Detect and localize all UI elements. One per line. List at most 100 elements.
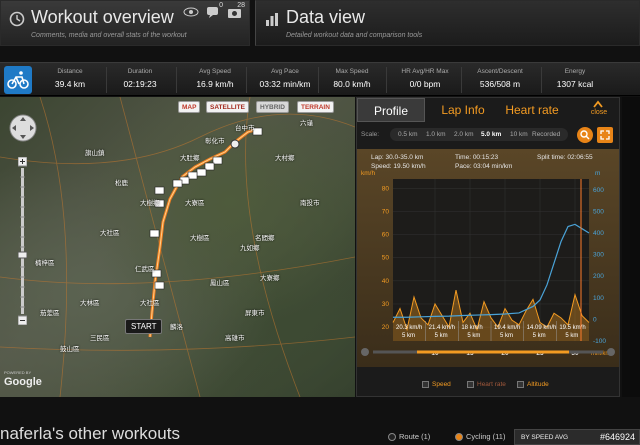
stat-distance: Distance 39.4 km — [40, 68, 100, 89]
views-icon[interactable] — [183, 5, 199, 19]
scale-option[interactable]: 2.0 km — [454, 131, 474, 138]
clock-icon — [9, 11, 25, 27]
range-plus-icon — [607, 348, 615, 356]
y-left-tick: 60 — [382, 232, 390, 239]
stat-label: Max Speed — [335, 68, 369, 75]
map-place-label: 高雄市 — [225, 335, 245, 342]
altitude-checkbox[interactable] — [517, 381, 524, 388]
map-type-satellite-button[interactable]: SATELLITE — [206, 101, 249, 113]
scale-option[interactable]: 5.0 km — [481, 131, 501, 138]
stat-divider — [461, 67, 462, 93]
stat-value: 39.4 km — [54, 79, 86, 89]
speed-checkbox[interactable] — [422, 381, 429, 388]
lap-pace: Pace: 03:04 min/km — [455, 163, 513, 170]
scale-option[interactable]: 1.0 km — [426, 131, 446, 138]
legend-altitude-label: Altitude — [527, 381, 549, 388]
scale-option[interactable]: Recorded — [532, 131, 560, 138]
y-right-tick: 0 — [593, 316, 597, 323]
lap-speed-label: 18 km/h — [461, 325, 482, 331]
map-place-label: 名間鄉 — [255, 235, 275, 242]
lap-distance-label: 5 km — [467, 333, 480, 339]
route-radio-label: Route (1) — [399, 432, 431, 441]
map-type-terrain-button[interactable]: TERRAIN — [297, 101, 334, 113]
comments-icon[interactable]: 0 — [205, 2, 223, 19]
tab-lap-info[interactable]: Lap Info — [429, 98, 497, 122]
cycling-radio[interactable] — [455, 432, 463, 441]
close-label: close — [590, 109, 608, 116]
lap-speed-label: 14.09 km/h — [527, 325, 557, 331]
filter-cycling[interactable]: Cycling (11) — [455, 432, 505, 441]
google-logo[interactable]: Google — [4, 376, 42, 388]
zoom-slider[interactable] — [17, 156, 28, 326]
y-right-tick: 500 — [593, 208, 604, 215]
stat-label: Avg Speed — [199, 68, 231, 75]
map-place-label: 大肚鄉 — [180, 155, 200, 162]
map-place-label: 麟洛 — [170, 324, 183, 331]
lap-speed-label: 21.4 km/h — [429, 325, 455, 331]
sort-label: BY SPEED AVG — [521, 434, 569, 441]
scale-option[interactable]: 0.5 km — [398, 131, 418, 138]
map-type-hybrid-button[interactable]: HYBRID — [256, 101, 289, 113]
route-radio[interactable] — [388, 432, 396, 441]
sort-dropdown[interactable]: BY SPEED AVG #646924 — [514, 429, 640, 445]
comments-count: 0 — [219, 2, 223, 9]
lap-time: Time: 00:15:23 — [455, 154, 499, 161]
map-place-label: 鳳山區 — [210, 280, 230, 287]
stat-value: 1307 kcal — [556, 79, 594, 89]
stat-value: 536/508 m — [479, 79, 521, 89]
pan-control[interactable] — [8, 113, 38, 143]
y-right-unit: m — [595, 170, 600, 177]
y-right-tick: 300 — [593, 252, 604, 259]
map-place-label: 南投市 — [300, 200, 320, 207]
tab-profile[interactable]: Profile — [357, 98, 425, 122]
route-map[interactable]: MAP SATELLITE HYBRID TERRAIN 台中市 大肚鄉 彰化市… — [0, 97, 355, 397]
y-left-tick: 80 — [382, 185, 390, 192]
legend-heart-rate[interactable]: Heart rate — [467, 381, 506, 388]
stat-avg-speed: Avg Speed 16.9 km/h — [180, 68, 250, 89]
photos-count: 28 — [237, 2, 245, 9]
data-view-subtitle: Detailed workout data and comparison too… — [286, 32, 423, 39]
map-place-label: 彰化市 — [205, 138, 225, 145]
tab-heart-rate[interactable]: Heart rate — [497, 98, 567, 122]
map-place-label: 台中市 — [235, 125, 255, 132]
fullscreen-button[interactable] — [597, 127, 613, 143]
cycling-radio-label: Cycling (11) — [466, 432, 506, 441]
cycling-icon — [4, 66, 32, 94]
page-scrollbar[interactable] — [622, 97, 640, 397]
stat-ascent-descent: Ascent/Descent 536/508 m — [465, 68, 535, 89]
scale-option[interactable]: 10 km — [510, 131, 528, 138]
legend-speed[interactable]: Speed — [422, 381, 451, 388]
start-marker-label[interactable]: START — [125, 319, 163, 334]
map-place-label: 楠梓區 — [35, 260, 55, 267]
app-root: Workout overview Comments, media and ove… — [0, 0, 640, 445]
y-left-tick: 30 — [382, 301, 390, 308]
stat-divider — [246, 67, 247, 93]
map-place-label: 旗山鎮 — [85, 150, 105, 157]
stat-hr-avg-hr-max: HR Avg/HR Max 0/0 bpm — [390, 68, 460, 89]
overview-icon-group: 0 28 — [183, 2, 245, 19]
y-right-tick: 200 — [593, 273, 604, 280]
y-right-tick: 400 — [593, 230, 604, 237]
camera-icon[interactable]: 28 — [227, 2, 245, 19]
tab-workout-overview[interactable]: Workout overview Comments, media and ove… — [0, 0, 250, 46]
profile-chart[interactable]: Lap: 30.0-35.0 km Speed: 19.50 km/h Time… — [357, 149, 619, 367]
map-type-map-button[interactable]: MAP — [178, 101, 201, 113]
other-workouts-title: naferla's other workouts — [0, 424, 180, 443]
filter-route[interactable]: Route (1) — [388, 432, 430, 441]
scale-options: 0.5 km 1.0 km 2.0 km 5.0 km 10 km Record… — [390, 128, 568, 141]
scale-label: Scale: — [361, 131, 380, 138]
stat-divider — [106, 67, 107, 93]
workout-code: #646924 — [599, 432, 635, 442]
lap-distance-label: 5 km — [435, 333, 448, 339]
stat-label: Duration — [127, 68, 153, 75]
zoom-in-chart-button[interactable] — [577, 127, 593, 143]
tab-data-view[interactable]: Data view Detailed workout data and comp… — [255, 0, 640, 46]
legend-altitude[interactable]: Altitude — [517, 381, 549, 388]
chevron-up-icon — [593, 100, 603, 108]
stat-label: Avg Pace — [271, 68, 299, 75]
lap-speed-label: 20.3 km/h — [396, 325, 422, 331]
data-panel: Profile Lap Info Heart rate close Scale:… — [356, 97, 620, 397]
heart-rate-checkbox[interactable] — [467, 381, 474, 388]
map-place-label: 仁武區 — [135, 266, 155, 273]
close-button[interactable]: close — [579, 98, 619, 122]
